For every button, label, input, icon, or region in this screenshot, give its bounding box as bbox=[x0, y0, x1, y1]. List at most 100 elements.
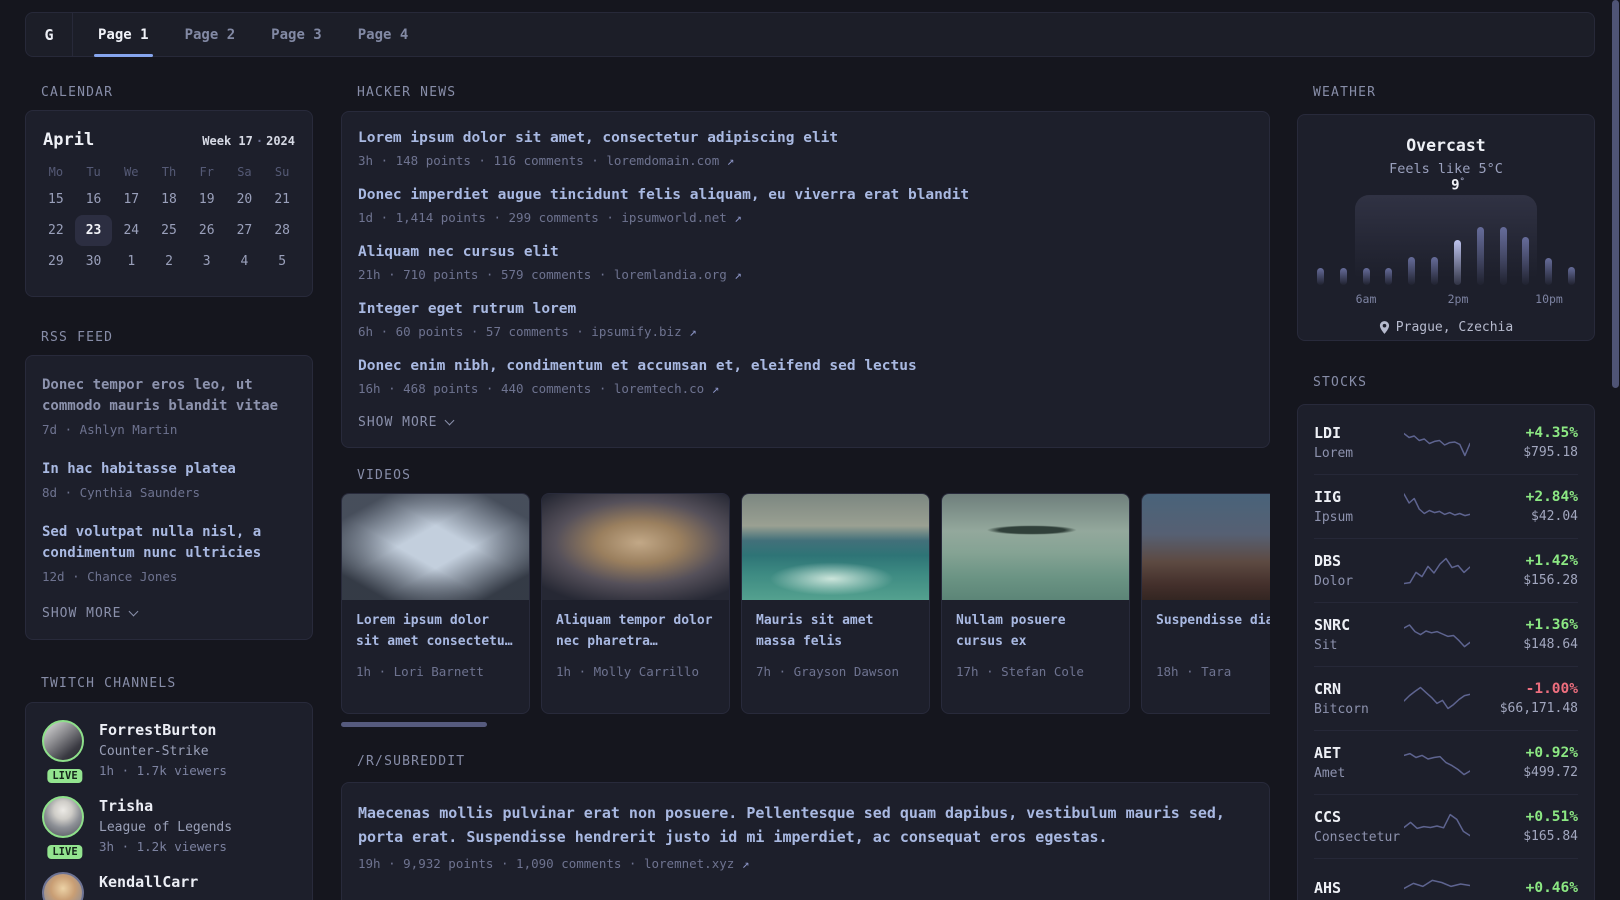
weather-bar bbox=[1522, 237, 1530, 285]
stock-values: +1.42% $156.28 bbox=[1482, 553, 1578, 588]
rss-section-title: RSS FEED bbox=[41, 330, 114, 345]
rss-item-title[interactable]: Sed volutpat nulla nisl, a condimentum n… bbox=[42, 522, 296, 564]
rss-item-title[interactable]: Donec tempor eros leo, ut commodo mauris… bbox=[42, 375, 296, 417]
twitch-channel-row[interactable]: LIVE Trisha League of Legends 3h · 1.2k … bbox=[42, 796, 296, 861]
stock-sparkline bbox=[1404, 493, 1470, 517]
calendar-day: 5 bbox=[278, 254, 287, 269]
rss-item: In hac habitasse platea 8d · Cynthia Sau… bbox=[42, 459, 296, 500]
right-column: WEATHER Overcast Feels like 5°C 9° 6am 2… bbox=[1297, 73, 1595, 900]
video-title[interactable]: Nullam posuere cursus ex bbox=[956, 610, 1114, 652]
external-link-icon: ↗ bbox=[726, 153, 735, 168]
rss-item: Sed volutpat nulla nisl, a condimentum n… bbox=[42, 522, 296, 584]
stock-row: CRN Bitcorn -1.00% $66,171.48 bbox=[1298, 666, 1594, 730]
middle-column: HACKER NEWS Lorem ipsum dolor sit amet, … bbox=[341, 73, 1270, 900]
stock-company: Dolor bbox=[1314, 573, 1354, 589]
avatar bbox=[42, 796, 84, 838]
twitch-channel-game: Counter-Strike bbox=[99, 744, 209, 759]
twitch-channel-name[interactable]: KendallCarr bbox=[99, 873, 198, 891]
tab-page-2[interactable]: Page 2 bbox=[180, 13, 241, 56]
stock-change: +0.92% bbox=[1525, 744, 1578, 761]
app-logo[interactable]: G bbox=[26, 13, 73, 56]
video-card-body: Nullam posuere cursus ex 17h · Stefan Co… bbox=[942, 600, 1129, 679]
stock-change: -1.00% bbox=[1525, 680, 1578, 697]
stock-row: CCS Consectetur +0.51% $165.84 bbox=[1298, 794, 1594, 858]
twitch-channel-meta: 1h · 1.7k viewers bbox=[99, 763, 227, 778]
video-thumbnail[interactable] bbox=[542, 494, 729, 600]
video-card[interactable]: Suspendisse diam 18h · Tara bbox=[1141, 493, 1270, 714]
stock-ticker: DBS bbox=[1314, 551, 1342, 570]
video-meta: 17h · Stefan Cole bbox=[956, 664, 1084, 679]
video-thumbnail[interactable] bbox=[742, 494, 929, 600]
hn-show-more-button[interactable]: SHOW MORE bbox=[358, 415, 1253, 430]
tab-page-4[interactable]: Page 4 bbox=[353, 13, 414, 56]
stock-id: DBS Dolor bbox=[1314, 552, 1404, 589]
stock-price: $165.84 bbox=[1523, 828, 1578, 844]
hn-item-title[interactable]: Integer eget rutrum lorem bbox=[358, 301, 1253, 318]
hn-item-title[interactable]: Donec imperdiet augue tincidunt felis al… bbox=[358, 187, 1253, 204]
stock-price: $42.04 bbox=[1531, 508, 1578, 524]
video-thumbnail[interactable] bbox=[342, 494, 529, 600]
video-card[interactable]: Lorem ipsum dolor sit amet consectetu… 1… bbox=[341, 493, 530, 714]
calendar-day: 17 bbox=[123, 192, 140, 207]
calendar-day: 28 bbox=[274, 223, 290, 238]
video-title[interactable]: Suspendisse diam bbox=[1156, 610, 1270, 652]
video-card[interactable]: Mauris sit amet massa felis 7h · Grayson… bbox=[741, 493, 930, 714]
video-thumbnail[interactable] bbox=[942, 494, 1129, 600]
calendar-weekday: Tu bbox=[86, 165, 101, 179]
hn-item-meta: 6h · 60 points · 57 comments · ipsumify.… bbox=[358, 324, 1253, 339]
subreddit-post-title[interactable]: Maecenas mollis pulvinar erat non posuer… bbox=[358, 801, 1255, 849]
video-card[interactable]: Nullam posuere cursus ex 17h · Stefan Co… bbox=[941, 493, 1130, 714]
video-card[interactable]: Aliquam tempor dolor nec pharetra… 1h · … bbox=[541, 493, 730, 714]
rss-item: Donec tempor eros leo, ut commodo mauris… bbox=[42, 375, 296, 437]
video-title[interactable]: Mauris sit amet massa felis bbox=[756, 610, 914, 652]
external-link-icon: ↗ bbox=[734, 210, 742, 225]
twitch-channel-row[interactable]: LIVE ForrestBurton Counter-Strike 1h · 1… bbox=[42, 720, 296, 785]
weather-bar bbox=[1499, 227, 1507, 285]
calendar-day: 21 bbox=[274, 192, 290, 207]
stock-sparkline bbox=[1404, 432, 1470, 457]
page-scrollbar-thumb[interactable] bbox=[1612, 0, 1619, 388]
tab-page-3[interactable]: Page 3 bbox=[266, 13, 327, 56]
calendar-month: April bbox=[43, 130, 95, 150]
calendar-header: April Week 17 · 2024 bbox=[26, 111, 312, 156]
twitch-channel-name[interactable]: Trisha bbox=[99, 797, 232, 815]
video-title[interactable]: Aliquam tempor dolor nec pharetra… bbox=[556, 610, 714, 652]
hn-item-title[interactable]: Donec enim nibh, condimentum et accumsan… bbox=[358, 358, 1253, 375]
stock-id: SNRC Sit bbox=[1314, 616, 1404, 653]
stock-values: -1.00% $66,171.48 bbox=[1482, 681, 1578, 716]
carousel-scrollbar-thumb[interactable] bbox=[341, 722, 487, 727]
calendar-week-year: Week 17 · 2024 bbox=[202, 134, 295, 148]
twitch-channel-name[interactable]: ForrestBurton bbox=[99, 721, 227, 739]
rss-show-more-button[interactable]: SHOW MORE bbox=[42, 606, 296, 621]
stock-ticker: AET bbox=[1314, 743, 1342, 762]
hn-item-title[interactable]: Lorem ipsum dolor sit amet, consectetur … bbox=[358, 130, 1253, 147]
hn-item-meta: 3h · 148 points · 116 comments · loremdo… bbox=[358, 153, 1253, 168]
weather-current-temp: 9° bbox=[1451, 177, 1465, 194]
hn-meta-text: 21h · 710 points · 579 comments · loreml… bbox=[358, 267, 727, 282]
weather-section-title: WEATHER bbox=[1313, 85, 1377, 100]
video-title[interactable]: Lorem ipsum dolor sit amet consectetu… bbox=[356, 610, 514, 652]
stock-company: Sit bbox=[1314, 637, 1338, 653]
live-badge: LIVE bbox=[45, 843, 85, 861]
videos-carousel: Lorem ipsum dolor sit amet consectetu… 1… bbox=[341, 493, 1270, 714]
hn-item-title[interactable]: Aliquam nec cursus elit bbox=[358, 244, 1253, 261]
live-badge: LIVE bbox=[45, 767, 85, 785]
avatar-wrap: LIVE bbox=[42, 796, 88, 861]
rss-item-title[interactable]: In hac habitasse platea bbox=[42, 459, 296, 480]
calendar-weekday: Sa bbox=[237, 165, 252, 179]
left-column: CALENDAR April Week 17 · 2024 Mo Tu We Th Fr Sa… bbox=[25, 73, 313, 900]
twitch-channel-info: ForrestBurton Counter-Strike 1h · 1.7k v… bbox=[99, 720, 227, 778]
tab-page-1[interactable]: Page 1 bbox=[93, 13, 154, 57]
hn-item-meta: 21h · 710 points · 579 comments · loreml… bbox=[358, 267, 1253, 282]
twitch-channel-row[interactable]: KendallCarr bbox=[42, 872, 296, 900]
stock-change: +4.35% bbox=[1525, 424, 1578, 441]
video-thumbnail[interactable] bbox=[1142, 494, 1270, 600]
weather-bar bbox=[1476, 227, 1484, 285]
rss-item-meta: 8d · Cynthia Saunders bbox=[42, 485, 201, 500]
calendar-widget: April Week 17 · 2024 Mo Tu We Th Fr Sa Su 15 16 17 1… bbox=[25, 110, 313, 297]
calendar-day: 23 bbox=[75, 215, 113, 246]
stock-ticker: SNRC bbox=[1314, 615, 1351, 634]
subreddit-meta-text: 19h · 9,932 points · 1,090 comments · lo… bbox=[358, 856, 735, 871]
stock-values: +1.36% $148.64 bbox=[1482, 617, 1578, 652]
stock-row: AET Amet +0.92% $499.72 bbox=[1298, 730, 1594, 794]
